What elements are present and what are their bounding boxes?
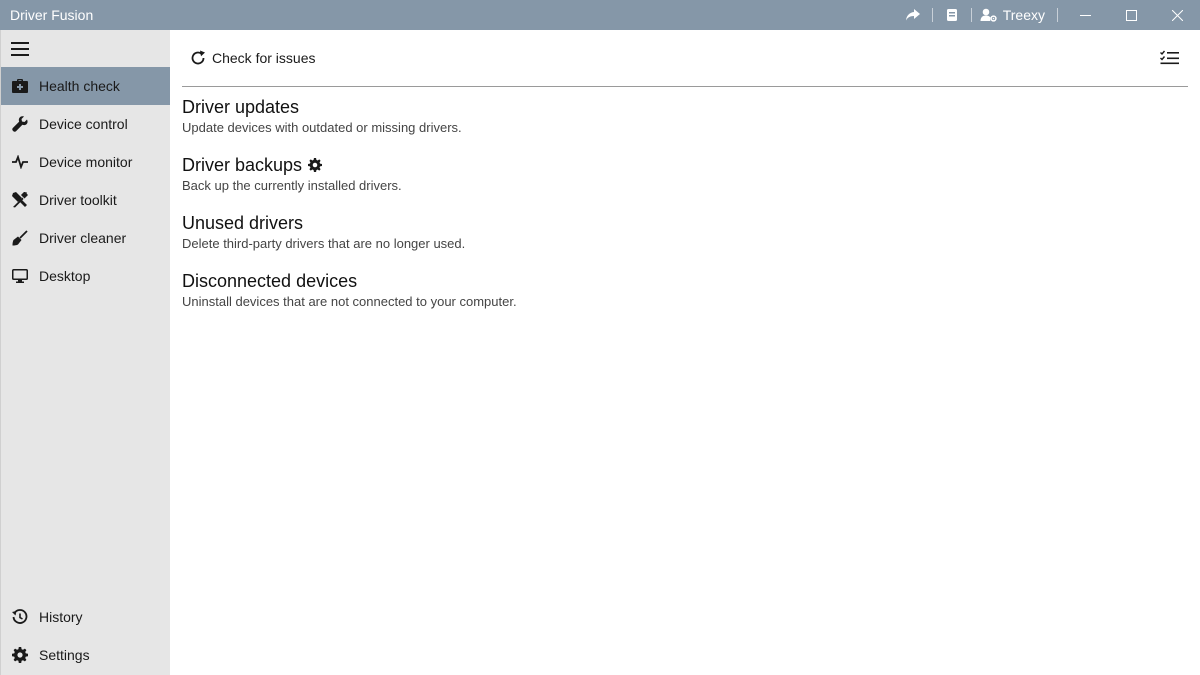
sidebar-item-device-monitor[interactable]: Device monitor	[1, 143, 171, 181]
wrench-icon	[1, 105, 39, 143]
section-unused-drivers[interactable]: Unused drivers Delete third-party driver…	[182, 212, 1082, 252]
section-description: Back up the currently installed drivers.	[182, 178, 402, 193]
sidebar-item-history[interactable]: History	[1, 598, 171, 636]
sidebar-item-label: Health check	[39, 78, 120, 94]
gear-icon[interactable]	[308, 158, 323, 172]
monitor-icon	[1, 257, 39, 295]
close-icon	[1171, 9, 1183, 21]
sidebar-item-settings[interactable]: Settings	[1, 636, 171, 674]
title-bar-divider	[931, 8, 933, 22]
section-title-row: Driver backups	[182, 154, 1082, 176]
sidebar-item-label: Desktop	[39, 268, 91, 284]
section-description: Update devices with outdated or missing …	[182, 120, 462, 135]
sidebar-item-driver-toolkit[interactable]: Driver toolkit	[1, 181, 171, 219]
checklist-icon	[1160, 50, 1180, 66]
sidebar-item-label: History	[39, 609, 83, 625]
maximize-icon	[1125, 9, 1137, 21]
history-icon	[1, 598, 39, 636]
user-name: Treexy	[1002, 7, 1045, 23]
sidebar-item-desktop[interactable]: Desktop	[1, 257, 171, 295]
hamburger-icon[interactable]	[11, 41, 31, 57]
sidebar-item-label: Driver toolkit	[39, 192, 117, 208]
tools-icon	[1, 181, 39, 219]
sidebar-item-device-control[interactable]: Device control	[1, 105, 171, 143]
check-for-issues-button[interactable]: Check for issues	[190, 47, 315, 69]
app-title: Driver Fusion	[10, 7, 94, 23]
title-bar-divider	[1057, 8, 1058, 22]
title-bar-divider	[970, 8, 972, 22]
section-disconnected-devices[interactable]: Disconnected devices Uninstall devices t…	[182, 270, 1082, 310]
section-title: Driver backups	[182, 154, 303, 175]
close-button[interactable]	[1154, 0, 1200, 30]
medkit-icon	[1, 67, 39, 105]
maximize-button[interactable]	[1108, 0, 1154, 30]
sidebar-item-driver-cleaner[interactable]: Driver cleaner	[1, 219, 171, 257]
section-title: Driver updates	[182, 96, 300, 117]
section-description: Uninstall devices that are not connected…	[182, 294, 517, 309]
main-content: Check for issues Driver updates Update d…	[170, 30, 1200, 675]
user-settings-icon	[980, 8, 997, 22]
sidebar-item-health-check[interactable]: Health check	[1, 67, 171, 105]
refresh-icon	[190, 50, 206, 66]
gear-icon	[1, 636, 39, 674]
share-icon[interactable]	[898, 0, 928, 30]
sidebar-item-label: Settings	[39, 647, 90, 663]
book-icon[interactable]	[937, 0, 967, 30]
sidebar-item-label: Driver cleaner	[39, 230, 127, 246]
section-description: Delete third-party drivers that are no l…	[182, 236, 466, 251]
user-account-button[interactable]: Treexy	[976, 0, 1053, 30]
section-driver-updates[interactable]: Driver updates Update devices with outda…	[182, 96, 1082, 136]
title-bar: Driver Fusion Treexy	[0, 0, 1200, 30]
minimize-button[interactable]	[1062, 0, 1108, 30]
section-driver-backups[interactable]: Driver backups Back up the currently ins…	[182, 154, 1082, 194]
sidebar-item-label: Device monitor	[39, 154, 133, 170]
section-title: Disconnected devices	[182, 270, 358, 291]
pulse-icon	[1, 143, 39, 181]
command-bar: Check for issues	[182, 30, 1188, 87]
check-for-issues-label: Check for issues	[212, 50, 316, 66]
section-title: Unused drivers	[182, 212, 304, 233]
sidebar-item-label: Device control	[39, 116, 128, 132]
sidebar: Health check Device control Device monit…	[0, 30, 171, 675]
minimize-icon	[1079, 14, 1091, 16]
checklist-button[interactable]	[1158, 47, 1182, 69]
broom-icon	[1, 219, 39, 257]
title-bar-controls: Treexy	[898, 0, 1200, 30]
